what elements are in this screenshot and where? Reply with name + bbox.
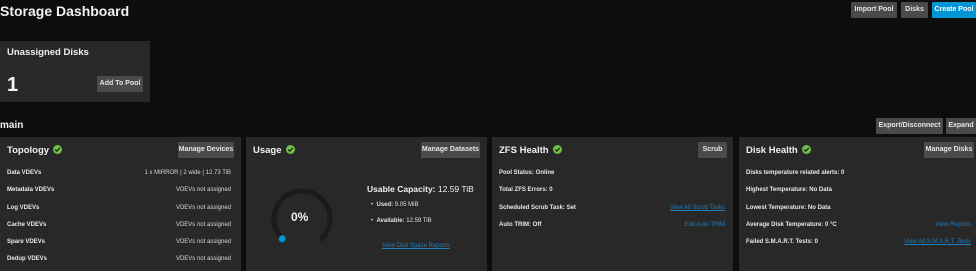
cache-vdevs-label: Cache VDEVs — [7, 222, 47, 228]
create-pool-button[interactable]: Create Pool — [932, 2, 976, 18]
usage-title: Usage — [253, 145, 295, 156]
zfs-health-title-text: ZFS Health — [499, 145, 549, 156]
average-disk-temperature: Average Disk Temperature: 0 °C — [746, 222, 837, 228]
pool-status: Pool Status: Online — [499, 170, 555, 176]
expand-button[interactable]: Expand — [946, 118, 976, 134]
zfs-health-title: ZFS Health — [499, 145, 562, 156]
log-vdevs-label: Log VDEVs — [7, 205, 40, 211]
data-vdevs-value: 1 x MIRROR | 2 wide | 12.73 TiB — [144, 170, 231, 176]
unassigned-disks-title: Unassigned Disks — [7, 47, 89, 58]
pool-name: main — [0, 120, 24, 131]
spare-vdevs-value: VDEVs not assigned — [175, 239, 231, 245]
check-circle-icon — [801, 145, 811, 154]
disk-health-title-text: Disk Health — [746, 145, 798, 156]
failed-smart-tests: Failed S.M.A.R.T. Tests: 0 — [746, 239, 818, 245]
import-pool-button[interactable]: Import Pool — [851, 2, 897, 18]
zfs-health-card — [492, 137, 733, 271]
spare-vdevs-label: Spare VDEVs — [7, 239, 46, 245]
used-value: 9.05 MiB — [394, 202, 419, 208]
lowest-temperature: Lowest Temperature: No Data — [746, 205, 831, 211]
topology-title: Topology — [7, 145, 63, 156]
auto-trim: Auto TRIM: Off — [499, 222, 542, 228]
page-header: Storage Dashboard Import Pool Disks Crea… — [0, 0, 976, 24]
highest-temperature: Highest Temperature: No Data — [746, 187, 832, 193]
page-title: Storage Dashboard — [0, 3, 130, 19]
total-zfs-errors: Total ZFS Errors: 0 — [499, 187, 553, 193]
used-row: • Used: 9.05 MiB — [371, 202, 419, 208]
scheduled-scrub-task: Scheduled Scrub Task: Set — [499, 205, 576, 211]
metadata-vdevs-label: Metadata VDEVs — [7, 187, 55, 193]
check-circle-icon — [285, 145, 295, 154]
dedup-vdevs-label: Dedup VDEVs — [7, 256, 48, 262]
usage-percent: 0% — [291, 210, 309, 224]
usable-capacity: Usable Capacity: 12.59 TiB — [367, 184, 474, 194]
export-disconnect-button[interactable]: Export/Disconnect — [876, 118, 943, 134]
available-row: • Available: 12.59 TiB — [371, 218, 432, 224]
available-label: Available: — [376, 218, 405, 224]
check-circle-icon — [53, 145, 63, 154]
available-value: 12.59 TiB — [406, 218, 432, 224]
usable-capacity-label: Usable Capacity: — [367, 184, 436, 194]
view-reports-link[interactable]: View Reports — [935, 222, 971, 228]
topology-title-text: Topology — [7, 145, 50, 156]
disks-button[interactable]: Disks — [901, 2, 928, 18]
used-label: Used: — [376, 202, 394, 208]
unassigned-disks-count: 1 — [7, 74, 19, 96]
edit-auto-trim-link[interactable]: Edit Auto TRIM — [685, 222, 725, 228]
usage-title-text: Usage — [253, 145, 282, 156]
scrub-button[interactable]: Scrub — [698, 142, 727, 158]
disk-temp-alerts: Disks temperature related alerts: 0 — [746, 170, 845, 176]
manage-disks-button[interactable]: Manage Disks — [924, 142, 974, 158]
manage-devices-button[interactable]: Manage Devices — [178, 142, 234, 158]
usage-gauge-marker — [278, 235, 286, 243]
data-vdevs-label: Data VDEVs — [7, 170, 42, 176]
add-to-pool-button[interactable]: Add To Pool — [97, 76, 143, 92]
usable-capacity-value: 12.59 TiB — [437, 184, 474, 194]
cache-vdevs-value: VDEVs not assigned — [175, 222, 231, 228]
disk-health-title: Disk Health — [746, 145, 811, 156]
check-circle-icon — [552, 145, 562, 154]
view-scrub-tasks-link[interactable]: View All Scrub Tasks — [670, 205, 725, 211]
metadata-vdevs-value: VDEVs not assigned — [175, 187, 231, 193]
dedup-vdevs-value: VDEVs not assigned — [175, 256, 231, 262]
log-vdevs-value: VDEVs not assigned — [175, 205, 231, 211]
manage-datasets-button[interactable]: Manage Datasets — [421, 142, 480, 158]
view-smart-tests-link[interactable]: View All S.M.A.R.T. Tests — [904, 239, 971, 245]
disk-space-reports-link[interactable]: View Disk Space Reports — [382, 243, 450, 249]
